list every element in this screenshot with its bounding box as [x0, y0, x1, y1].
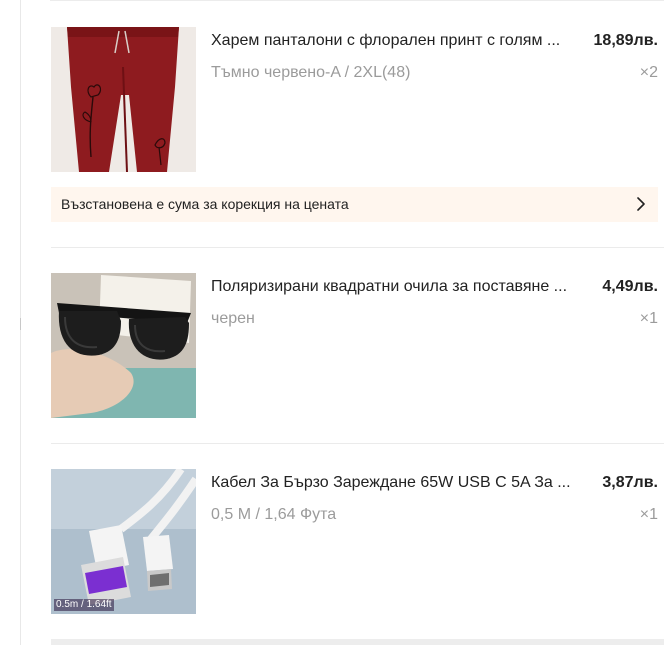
item-quantity: ×2: [639, 64, 658, 81]
item-quantity: ×1: [639, 310, 658, 327]
black-sunglasses-image[interactable]: [51, 273, 196, 418]
item-quantity: ×1: [639, 506, 658, 523]
item-title[interactable]: Поляризирани квадратни очила за поставян…: [211, 276, 587, 298]
item-price: 18,89лв.: [593, 32, 658, 49]
image-caption: 0.5m / 1.64ft: [54, 599, 114, 611]
usb-c-cable-image[interactable]: 0.5m / 1.64ft: [51, 469, 196, 614]
left-border-marker: [20, 318, 21, 330]
item-price: 4,49лв.: [602, 278, 658, 295]
item-variant: черен: [211, 310, 255, 327]
divider: [51, 443, 664, 444]
chevron-right-icon: [637, 197, 645, 211]
bottom-divider-bar: [51, 639, 664, 645]
red-floral-pants-image[interactable]: [51, 27, 196, 172]
order-item[interactable]: Харем панталони с флорален принт с голям…: [51, 27, 664, 172]
price-correction-text: Възстановена е сума за корекция на ценат…: [61, 196, 349, 212]
order-items-page: Харем панталони с флорален принт с голям…: [0, 0, 664, 645]
item-price: 3,87лв.: [602, 474, 658, 491]
item-variant: 0,5 М / 1,64 Фута: [211, 506, 337, 523]
top-divider: [50, 0, 664, 1]
price-correction-notice[interactable]: Възстановена е сума за корекция на ценат…: [51, 187, 658, 222]
order-item[interactable]: Поляризирани квадратни очила за поставян…: [51, 273, 664, 418]
order-item[interactable]: 0.5m / 1.64ft Кабел За Бързо Зареждане 6…: [51, 469, 664, 614]
item-title[interactable]: Харем панталони с флорален принт с голям…: [211, 30, 587, 52]
item-title[interactable]: Кабел За Бързо Зареждане 65W USB C 5A За…: [211, 472, 587, 494]
divider: [51, 247, 664, 248]
item-variant: Тъмно червено-A / 2XL(48): [211, 64, 411, 81]
